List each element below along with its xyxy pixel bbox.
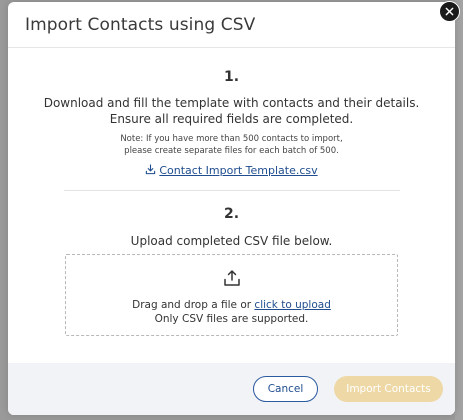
click-to-upload-link[interactable]: click to upload [254,299,330,311]
step-1-instruction-line-2: Ensure all required fields are completed… [109,112,354,126]
step-1-note-line-1: Note: If you have more than 500 contacts… [120,134,343,144]
dropzone-support-text: Only CSV files are supported. [154,313,309,325]
upload-icon [223,269,241,287]
background-strip [455,0,463,420]
download-icon [145,164,156,175]
close-button[interactable] [439,1,460,22]
step-1-note-line-2: please create separate files for each ba… [124,146,339,156]
import-contacts-modal: Import Contacts using CSV 1. Download an… [8,2,455,415]
modal-title: Import Contacts using CSV [25,14,256,35]
step-2-number: 2. [223,206,240,222]
section-divider [64,190,400,191]
modal-header: Import Contacts using CSV [8,2,455,48]
dropzone-text-prefix: Drag and drop a file or [132,299,255,311]
import-contacts-button[interactable]: Import Contacts [334,376,443,402]
step-1-number: 1. [223,69,240,85]
step-2-instruction: Upload completed CSV file below. [130,234,333,248]
template-link-label: Contact Import Template.csv [159,164,318,177]
dropzone-instruction: Drag and drop a file or click to upload [66,299,397,311]
template-download-link[interactable]: Contact Import Template.csv [8,164,455,177]
step-1-instruction-line-1: Download and fill the template with cont… [43,96,420,110]
file-dropzone[interactable]: Drag and drop a file or click to upload … [65,254,398,336]
modal-body: 1. Download and fill the template with c… [8,49,455,363]
modal-footer: Cancel Import Contacts [8,363,455,415]
close-icon [445,7,454,16]
cancel-button[interactable]: Cancel [253,376,318,402]
